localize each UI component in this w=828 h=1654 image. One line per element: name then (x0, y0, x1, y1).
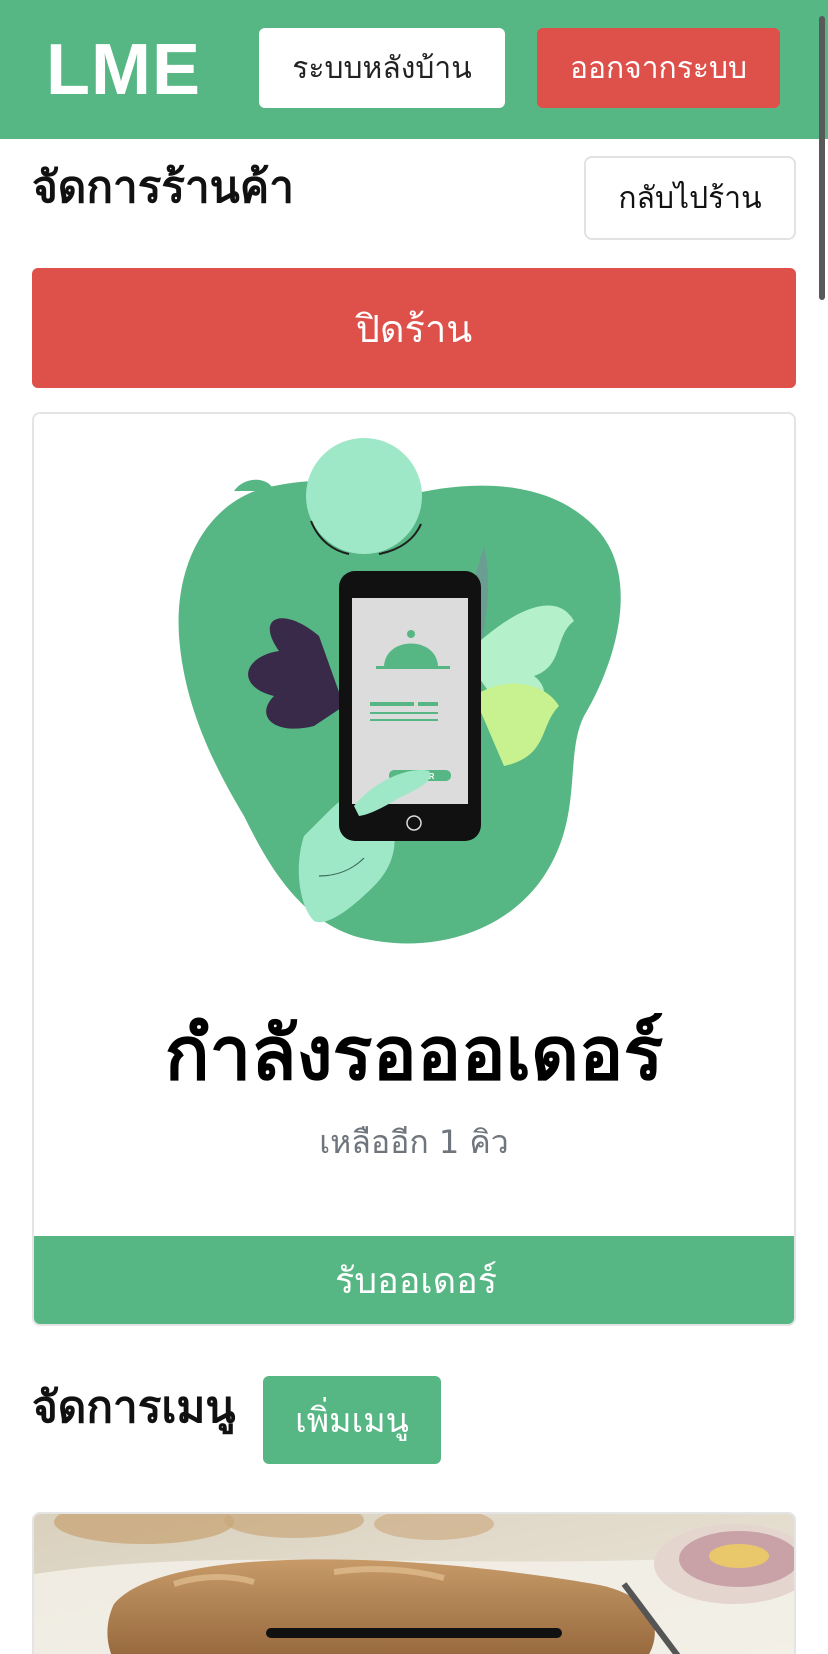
accept-order-button[interactable]: รับออเดอร์ (34, 1236, 794, 1324)
order-card: ORDER กำลังรอออเดอร์ เหลืออีก 1 คิว รับอ… (32, 412, 796, 1326)
navbar: LME ระบบหลังบ้าน ออกจากระบบ (0, 0, 828, 139)
shop-manage-title: จัดการร้านค้า (32, 162, 294, 213)
menu-manage-title: จัดการเมนู (32, 1382, 236, 1433)
home-indicator (266, 1628, 562, 1638)
phone-order-illustration: ORDER (178, 438, 621, 944)
logout-button[interactable]: ออกจากระบบ (537, 28, 780, 108)
backoffice-button[interactable]: ระบบหลังบ้าน (259, 28, 505, 108)
brand-logo[interactable]: LME (46, 28, 201, 112)
back-to-shop-button[interactable]: กลับไปร้าน (584, 156, 796, 240)
queue-remaining: เหลืออีก 1 คิว (319, 1123, 509, 1161)
add-menu-button[interactable]: เพิ่มเมนู (263, 1376, 441, 1464)
scrollbar-thumb[interactable] (819, 16, 825, 300)
order-status: กำลังรอออเดอร์ (164, 1011, 664, 1097)
close-shop-button[interactable]: ปิดร้าน (32, 268, 796, 388)
scrollbar[interactable] (816, 0, 828, 1654)
